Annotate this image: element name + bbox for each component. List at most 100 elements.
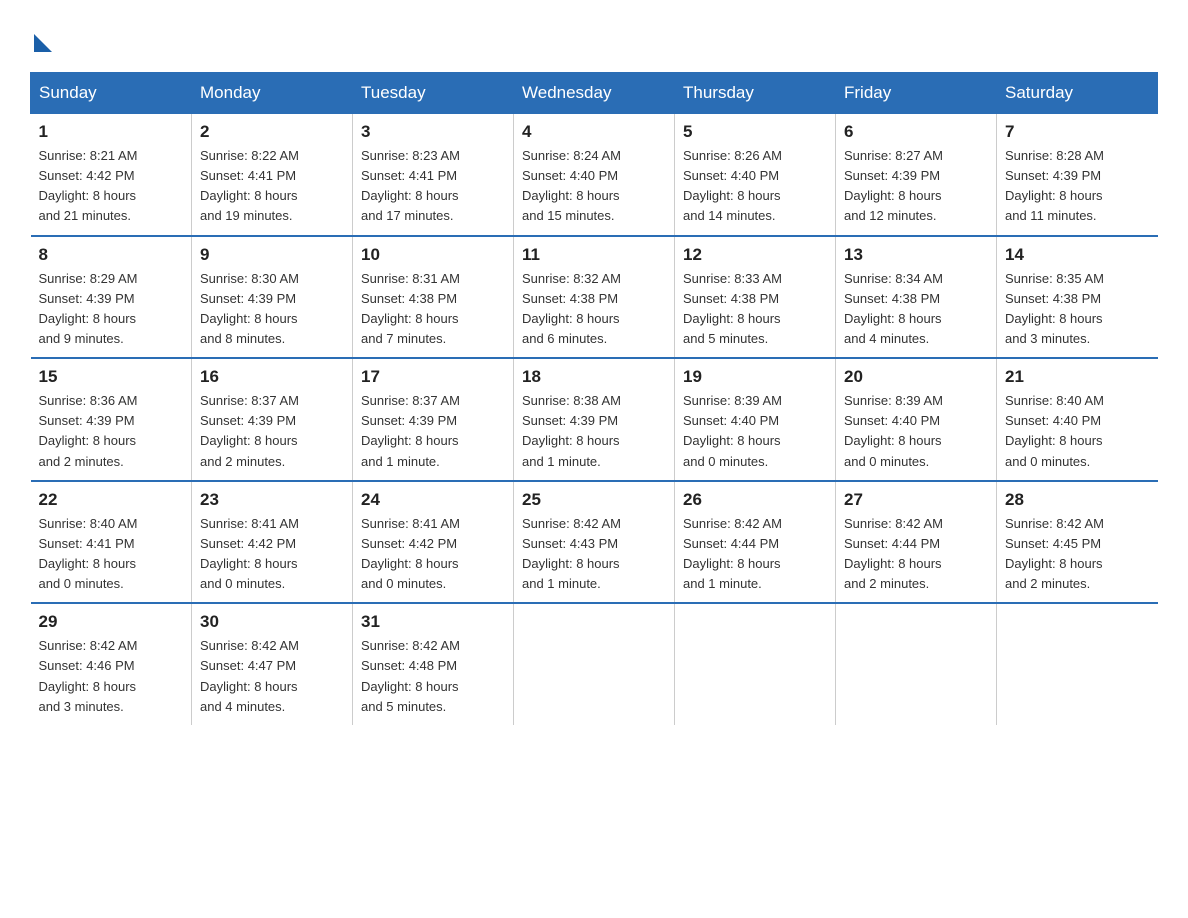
calendar-cell: 16 Sunrise: 8:37 AMSunset: 4:39 PMDaylig… xyxy=(192,358,353,481)
day-info: Sunrise: 8:23 AMSunset: 4:41 PMDaylight:… xyxy=(361,146,505,227)
day-info: Sunrise: 8:21 AMSunset: 4:42 PMDaylight:… xyxy=(39,146,184,227)
day-info: Sunrise: 8:41 AMSunset: 4:42 PMDaylight:… xyxy=(361,514,505,595)
day-info: Sunrise: 8:39 AMSunset: 4:40 PMDaylight:… xyxy=(844,391,988,472)
calendar-cell xyxy=(514,603,675,725)
calendar-week-row: 1 Sunrise: 8:21 AMSunset: 4:42 PMDayligh… xyxy=(31,114,1158,236)
calendar-cell: 5 Sunrise: 8:26 AMSunset: 4:40 PMDayligh… xyxy=(675,114,836,236)
day-number: 31 xyxy=(361,612,505,632)
calendar-cell: 9 Sunrise: 8:30 AMSunset: 4:39 PMDayligh… xyxy=(192,236,353,359)
day-number: 8 xyxy=(39,245,184,265)
day-number: 18 xyxy=(522,367,666,387)
day-number: 21 xyxy=(1005,367,1150,387)
column-header-sunday: Sunday xyxy=(31,73,192,114)
column-header-wednesday: Wednesday xyxy=(514,73,675,114)
day-info: Sunrise: 8:28 AMSunset: 4:39 PMDaylight:… xyxy=(1005,146,1150,227)
day-number: 30 xyxy=(200,612,344,632)
day-number: 1 xyxy=(39,122,184,142)
calendar-cell xyxy=(836,603,997,725)
day-info: Sunrise: 8:42 AMSunset: 4:47 PMDaylight:… xyxy=(200,636,344,717)
day-info: Sunrise: 8:42 AMSunset: 4:44 PMDaylight:… xyxy=(844,514,988,595)
day-number: 26 xyxy=(683,490,827,510)
day-number: 25 xyxy=(522,490,666,510)
calendar-cell: 15 Sunrise: 8:36 AMSunset: 4:39 PMDaylig… xyxy=(31,358,192,481)
calendar-table: SundayMondayTuesdayWednesdayThursdayFrid… xyxy=(30,72,1158,725)
day-info: Sunrise: 8:40 AMSunset: 4:41 PMDaylight:… xyxy=(39,514,184,595)
day-info: Sunrise: 8:31 AMSunset: 4:38 PMDaylight:… xyxy=(361,269,505,350)
calendar-cell: 26 Sunrise: 8:42 AMSunset: 4:44 PMDaylig… xyxy=(675,481,836,604)
column-header-tuesday: Tuesday xyxy=(353,73,514,114)
calendar-cell: 12 Sunrise: 8:33 AMSunset: 4:38 PMDaylig… xyxy=(675,236,836,359)
calendar-cell: 27 Sunrise: 8:42 AMSunset: 4:44 PMDaylig… xyxy=(836,481,997,604)
calendar-cell: 24 Sunrise: 8:41 AMSunset: 4:42 PMDaylig… xyxy=(353,481,514,604)
day-number: 9 xyxy=(200,245,344,265)
calendar-cell: 22 Sunrise: 8:40 AMSunset: 4:41 PMDaylig… xyxy=(31,481,192,604)
day-number: 19 xyxy=(683,367,827,387)
calendar-cell: 3 Sunrise: 8:23 AMSunset: 4:41 PMDayligh… xyxy=(353,114,514,236)
column-header-thursday: Thursday xyxy=(675,73,836,114)
calendar-cell: 29 Sunrise: 8:42 AMSunset: 4:46 PMDaylig… xyxy=(31,603,192,725)
day-info: Sunrise: 8:32 AMSunset: 4:38 PMDaylight:… xyxy=(522,269,666,350)
calendar-cell: 17 Sunrise: 8:37 AMSunset: 4:39 PMDaylig… xyxy=(353,358,514,481)
day-info: Sunrise: 8:34 AMSunset: 4:38 PMDaylight:… xyxy=(844,269,988,350)
day-info: Sunrise: 8:22 AMSunset: 4:41 PMDaylight:… xyxy=(200,146,344,227)
day-number: 7 xyxy=(1005,122,1150,142)
calendar-cell: 13 Sunrise: 8:34 AMSunset: 4:38 PMDaylig… xyxy=(836,236,997,359)
day-info: Sunrise: 8:33 AMSunset: 4:38 PMDaylight:… xyxy=(683,269,827,350)
calendar-cell: 11 Sunrise: 8:32 AMSunset: 4:38 PMDaylig… xyxy=(514,236,675,359)
day-info: Sunrise: 8:42 AMSunset: 4:43 PMDaylight:… xyxy=(522,514,666,595)
calendar-cell: 30 Sunrise: 8:42 AMSunset: 4:47 PMDaylig… xyxy=(192,603,353,725)
calendar-cell: 23 Sunrise: 8:41 AMSunset: 4:42 PMDaylig… xyxy=(192,481,353,604)
day-number: 29 xyxy=(39,612,184,632)
day-info: Sunrise: 8:37 AMSunset: 4:39 PMDaylight:… xyxy=(361,391,505,472)
calendar-week-row: 15 Sunrise: 8:36 AMSunset: 4:39 PMDaylig… xyxy=(31,358,1158,481)
day-number: 20 xyxy=(844,367,988,387)
day-number: 5 xyxy=(683,122,827,142)
calendar-cell: 21 Sunrise: 8:40 AMSunset: 4:40 PMDaylig… xyxy=(997,358,1158,481)
day-info: Sunrise: 8:38 AMSunset: 4:39 PMDaylight:… xyxy=(522,391,666,472)
day-number: 6 xyxy=(844,122,988,142)
calendar-cell: 7 Sunrise: 8:28 AMSunset: 4:39 PMDayligh… xyxy=(997,114,1158,236)
calendar-cell: 18 Sunrise: 8:38 AMSunset: 4:39 PMDaylig… xyxy=(514,358,675,481)
day-info: Sunrise: 8:42 AMSunset: 4:46 PMDaylight:… xyxy=(39,636,184,717)
calendar-cell: 2 Sunrise: 8:22 AMSunset: 4:41 PMDayligh… xyxy=(192,114,353,236)
day-number: 15 xyxy=(39,367,184,387)
day-info: Sunrise: 8:36 AMSunset: 4:39 PMDaylight:… xyxy=(39,391,184,472)
day-info: Sunrise: 8:26 AMSunset: 4:40 PMDaylight:… xyxy=(683,146,827,227)
day-number: 24 xyxy=(361,490,505,510)
column-header-friday: Friday xyxy=(836,73,997,114)
day-number: 12 xyxy=(683,245,827,265)
calendar-week-row: 22 Sunrise: 8:40 AMSunset: 4:41 PMDaylig… xyxy=(31,481,1158,604)
calendar-header-row: SundayMondayTuesdayWednesdayThursdayFrid… xyxy=(31,73,1158,114)
day-number: 27 xyxy=(844,490,988,510)
column-header-saturday: Saturday xyxy=(997,73,1158,114)
day-number: 28 xyxy=(1005,490,1150,510)
calendar-week-row: 8 Sunrise: 8:29 AMSunset: 4:39 PMDayligh… xyxy=(31,236,1158,359)
logo xyxy=(30,30,52,52)
day-info: Sunrise: 8:42 AMSunset: 4:44 PMDaylight:… xyxy=(683,514,827,595)
calendar-cell: 8 Sunrise: 8:29 AMSunset: 4:39 PMDayligh… xyxy=(31,236,192,359)
day-number: 22 xyxy=(39,490,184,510)
calendar-cell: 31 Sunrise: 8:42 AMSunset: 4:48 PMDaylig… xyxy=(353,603,514,725)
calendar-cell: 1 Sunrise: 8:21 AMSunset: 4:42 PMDayligh… xyxy=(31,114,192,236)
calendar-cell: 14 Sunrise: 8:35 AMSunset: 4:38 PMDaylig… xyxy=(997,236,1158,359)
day-info: Sunrise: 8:24 AMSunset: 4:40 PMDaylight:… xyxy=(522,146,666,227)
calendar-cell xyxy=(997,603,1158,725)
logo-arrow-icon xyxy=(34,34,52,52)
calendar-cell: 20 Sunrise: 8:39 AMSunset: 4:40 PMDaylig… xyxy=(836,358,997,481)
day-info: Sunrise: 8:40 AMSunset: 4:40 PMDaylight:… xyxy=(1005,391,1150,472)
day-number: 4 xyxy=(522,122,666,142)
day-info: Sunrise: 8:27 AMSunset: 4:39 PMDaylight:… xyxy=(844,146,988,227)
calendar-week-row: 29 Sunrise: 8:42 AMSunset: 4:46 PMDaylig… xyxy=(31,603,1158,725)
page-header xyxy=(30,30,1158,52)
day-number: 3 xyxy=(361,122,505,142)
day-number: 14 xyxy=(1005,245,1150,265)
column-header-monday: Monday xyxy=(192,73,353,114)
day-number: 13 xyxy=(844,245,988,265)
day-info: Sunrise: 8:42 AMSunset: 4:48 PMDaylight:… xyxy=(361,636,505,717)
calendar-cell: 10 Sunrise: 8:31 AMSunset: 4:38 PMDaylig… xyxy=(353,236,514,359)
day-number: 17 xyxy=(361,367,505,387)
calendar-cell: 19 Sunrise: 8:39 AMSunset: 4:40 PMDaylig… xyxy=(675,358,836,481)
day-info: Sunrise: 8:29 AMSunset: 4:39 PMDaylight:… xyxy=(39,269,184,350)
day-number: 11 xyxy=(522,245,666,265)
calendar-cell: 6 Sunrise: 8:27 AMSunset: 4:39 PMDayligh… xyxy=(836,114,997,236)
